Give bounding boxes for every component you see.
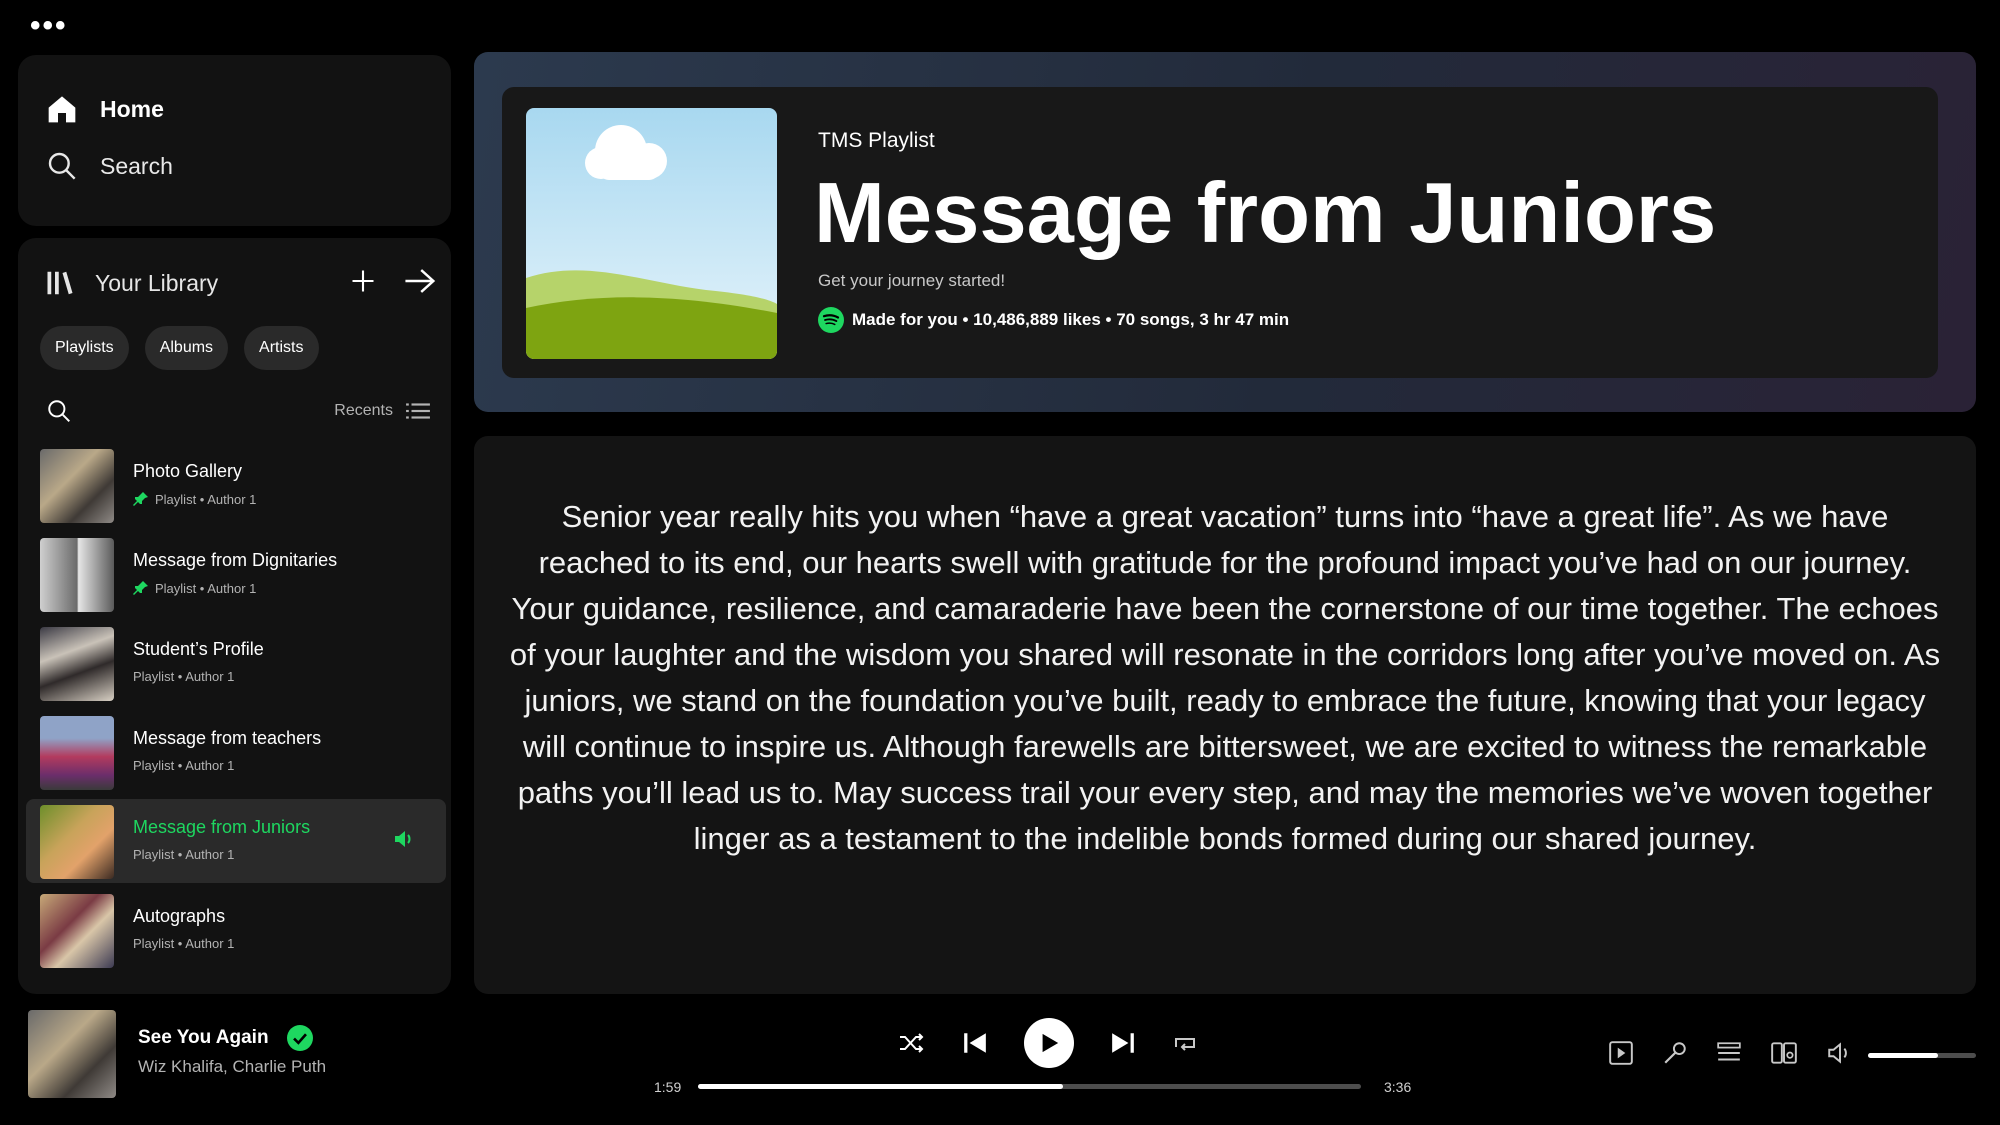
previous-icon[interactable] [962,1030,988,1056]
playlist-meta-text: Made for you • 10,486,889 likes • 70 son… [852,310,1290,329]
library-title: Your Library [95,269,219,296]
list-item-message-from-teachers[interactable]: Message from teachers Playlist • Author … [26,710,446,794]
nav-search[interactable]: Search [46,150,173,182]
progress-fill [698,1084,1063,1089]
list-item-title: Message from Juniors [133,817,311,837]
sort-label: Recents [334,402,393,419]
chip-playlists[interactable]: Playlists [40,326,129,370]
library-list: Photo Gallery Playlist • Author 1 Messag… [26,443,446,977]
chip-artists[interactable]: Artists [244,326,319,370]
playlist-thumbnail [40,894,114,968]
playlist-header: TMS Playlist Message from Juniors Get yo… [474,52,1976,412]
repeat-icon[interactable] [1172,1031,1198,1055]
playlist-kind: TMS Playlist [818,129,935,152]
list-item-title: Student’s Profile [133,639,264,659]
playlist-thumbnail [40,449,114,523]
now-playing-view-icon[interactable] [1608,1040,1634,1066]
message-panel: Senior year really hits you when “have a… [474,436,1976,994]
now-playing-title-row: See You Again [138,1025,313,1051]
list-item-message-from-juniors[interactable]: Message from Juniors Playlist • Author 1 [26,799,446,883]
now-playing-speaker-icon [395,831,411,847]
list-item-meta: Playlist • Author 1 [133,936,235,951]
next-icon[interactable] [1110,1030,1136,1056]
list-item-meta: Playlist • Author 1 [133,669,235,684]
playlist-header-card: TMS Playlist Message from Juniors Get yo… [502,87,1938,378]
playlist-thumbnail [40,627,114,701]
plus-icon[interactable] [349,267,377,295]
list-item-photo-gallery[interactable]: Photo Gallery Playlist • Author 1 [26,443,446,527]
list-item-title: Photo Gallery [133,461,243,481]
library-header[interactable]: Your Library [45,268,218,298]
playback-controls [898,1018,1198,1068]
page-title: Message from Juniors [814,166,1717,261]
now-playing-cover[interactable] [28,1010,116,1098]
library-panel: Your Library Playlists Albums Artists Re… [18,238,451,994]
sort-recents[interactable]: Recents [334,400,431,422]
shuffle-icon[interactable] [898,1031,926,1055]
connect-device-icon[interactable] [1770,1040,1798,1066]
library-icon [47,271,73,295]
duration-time: 3:36 [1384,1079,1412,1095]
list-item-students-profile[interactable]: Student’s Profile Playlist • Author 1 [26,621,446,705]
queue-icon[interactable] [1716,1040,1742,1066]
volume-icon[interactable] [1826,1040,1854,1066]
filter-chips: Playlists Albums Artists [40,326,319,370]
nav-panel: Home Search [18,55,451,226]
now-playing-title[interactable]: See You Again [138,1027,269,1049]
list-item-meta: Playlist • Author 1 [133,847,235,862]
home-icon [48,96,76,123]
message-text: Senior year really hits you when “have a… [509,499,1941,856]
volume-slider[interactable] [1868,1053,1976,1058]
playlist-meta: Made for you • 10,486,889 likes • 70 son… [818,307,1289,333]
list-item-meta: Playlist • Author 1 [155,580,257,596]
arrow-right-icon[interactable] [403,266,437,296]
list-item-meta: Playlist • Author 1 [133,758,235,773]
nav-home[interactable]: Home [46,93,164,125]
list-item-subtitle: Playlist • Author 1 [133,580,256,596]
nav-home-label: Home [100,95,164,122]
play-icon [1042,1033,1059,1053]
list-item-subtitle: Playlist • Author 1 [133,936,234,951]
added-check-icon[interactable] [286,1025,313,1051]
playlist-thumbnail [40,805,114,879]
list-item-title: Message from teachers [133,728,322,748]
play-button[interactable] [1024,1018,1074,1068]
list-item-subtitle: Playlist • Author 1 [133,491,256,507]
playlist-thumbnail [40,716,114,790]
list-item-meta: Playlist • Author 1 [155,491,257,507]
microphone-lyrics-icon[interactable] [1662,1040,1688,1066]
nav-search-label: Search [100,152,173,179]
list-item-subtitle: Playlist • Author 1 [133,847,234,862]
list-item-autographs[interactable]: Autographs Playlist • Author 1 [26,888,446,972]
window-menu-icon[interactable]: ••• [30,11,68,41]
elapsed-time: 1:59 [654,1079,682,1095]
playlist-thumbnail [40,538,114,612]
list-item-title: Autographs [133,906,226,926]
pin-icon [133,492,148,506]
search-icon [48,152,76,180]
list-item-message-from-dignitaries[interactable]: Message from Dignitaries Playlist • Auth… [26,532,446,616]
extra-controls [1608,1040,1854,1066]
list-item-subtitle: Playlist • Author 1 [133,758,234,773]
playlist-description: Get your journey started! [818,271,1006,290]
now-playing-artist[interactable]: Wiz Khalifa, Charlie Puth [138,1057,326,1077]
list-item-title: Message from Dignitaries [133,550,338,570]
spotify-logo-icon [818,307,844,333]
pin-icon [133,581,148,595]
list-item-subtitle: Playlist • Author 1 [133,669,234,684]
progress-bar[interactable] [698,1084,1361,1089]
list-icon [406,403,430,419]
playlist-cover-image [526,108,777,359]
library-search-icon[interactable] [46,398,72,424]
chip-albums[interactable]: Albums [144,326,229,370]
volume-fill [1868,1053,1939,1058]
